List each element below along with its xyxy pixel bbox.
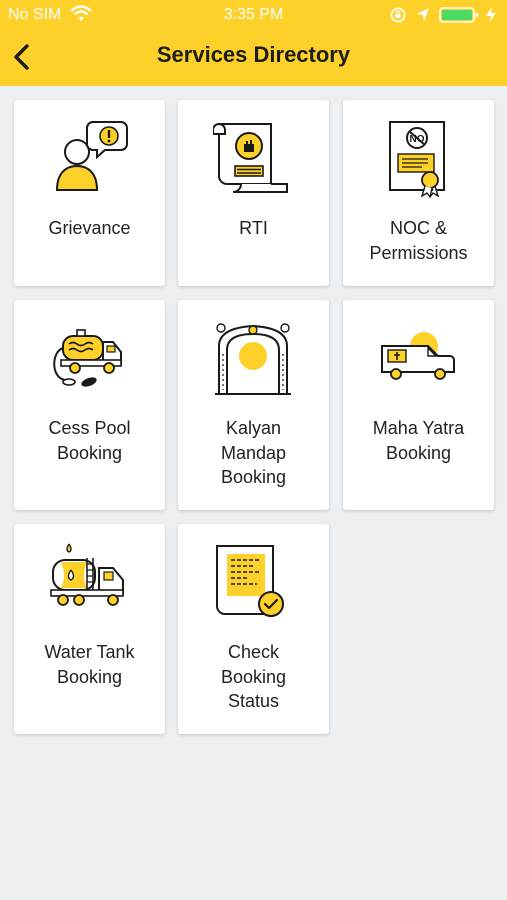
rti-scroll-icon [212, 118, 293, 198]
service-label: Kalyan Mandap Booking [220, 418, 287, 487]
service-label: Water Tank Booking [44, 642, 135, 687]
service-card-rti[interactable]: RTI [178, 100, 329, 286]
service-card-water-tank-booking[interactable]: Water Tank Booking [14, 524, 165, 734]
status-bar: No SIM 3:35 PM [0, 0, 507, 30]
charging-bolt-icon [486, 7, 496, 23]
service-label: Check Booking Status [220, 642, 287, 711]
kalyan-mandap-icon [213, 318, 293, 398]
status-right-icons [389, 6, 499, 24]
service-card-maha-yatra-booking[interactable]: Maha Yatra Booking [343, 300, 494, 510]
service-card-check-booking-status[interactable]: Check Booking Status [178, 524, 329, 734]
rotation-lock-icon [390, 7, 406, 23]
service-card-kalyan-mandap-booking[interactable]: Kalyan Mandap Booking [178, 300, 329, 510]
service-label: NOC & Permissions [369, 218, 468, 263]
app-header: No SIM 3:35 PM Services Directory [0, 0, 507, 86]
booking-status-icon [213, 542, 293, 622]
noc-certificate-icon: NO [378, 118, 458, 199]
location-arrow-icon [417, 8, 429, 21]
battery-icon [439, 7, 478, 23]
service-label: RTI [239, 218, 268, 238]
grievance-icon [49, 118, 129, 198]
service-label: Grievance [48, 218, 131, 238]
cess-pool-truck-icon [49, 318, 129, 398]
hearse-van-icon [378, 318, 458, 398]
water-tanker-icon [49, 542, 129, 622]
service-card-grievance[interactable]: Grievance [14, 100, 165, 286]
service-label: Maha Yatra Booking [372, 418, 465, 463]
page-title: Services Directory [156, 42, 351, 67]
service-label: Cess Pool Booking [48, 418, 131, 463]
service-card-cess-pool-booking[interactable]: Cess Pool Booking [14, 300, 165, 510]
service-card-noc-permissions[interactable]: NO NOC & Permissions [343, 100, 494, 286]
